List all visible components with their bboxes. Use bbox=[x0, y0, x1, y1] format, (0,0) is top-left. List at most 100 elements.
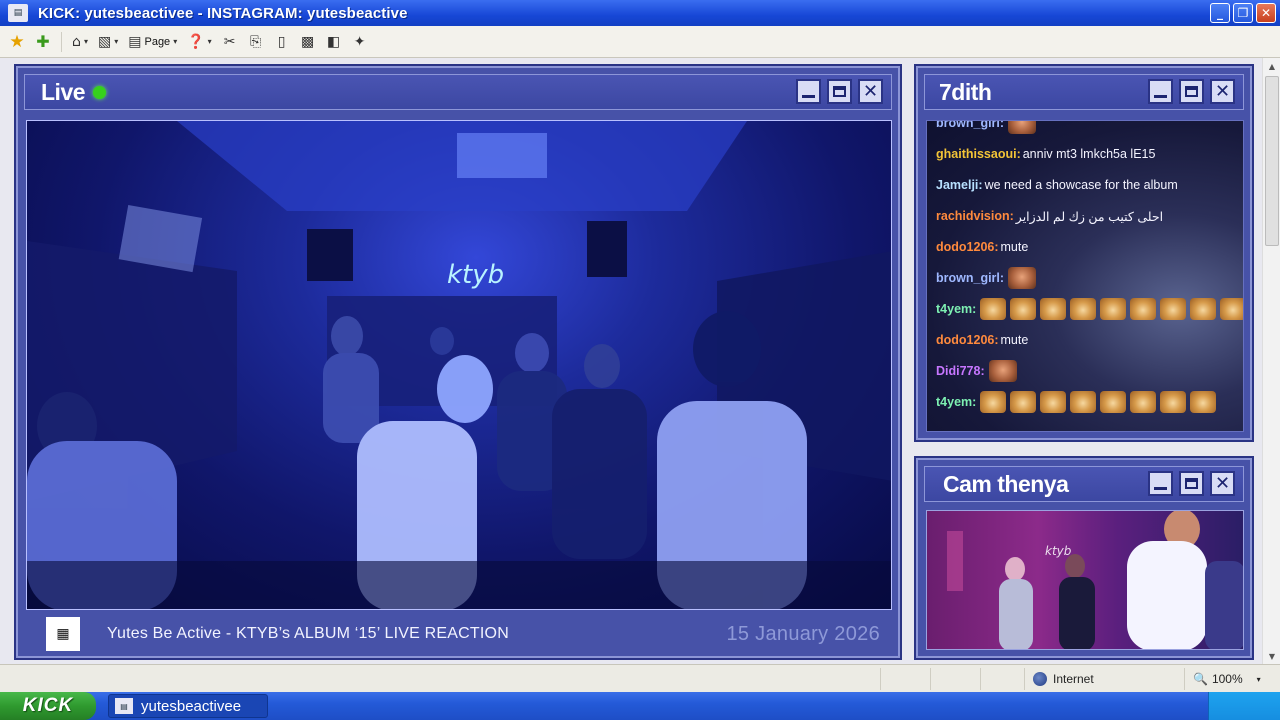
print-icon[interactable]: ▯ bbox=[271, 30, 293, 54]
chat-message: dodo1206: mute bbox=[936, 329, 1032, 351]
chat-panel-controls: ✕ bbox=[1148, 79, 1235, 104]
video-scene: ktyb bbox=[27, 121, 891, 609]
right-speaker bbox=[587, 221, 627, 277]
ceiling-light bbox=[457, 133, 547, 178]
cam-minimize-button[interactable] bbox=[1148, 471, 1173, 496]
scroll-down-icon[interactable]: ▼ bbox=[1263, 648, 1280, 664]
face-emote-icon bbox=[1008, 267, 1037, 289]
live-close-button[interactable]: ✕ bbox=[858, 79, 883, 104]
chat-messages[interactable]: brown_girl: ghaithissaoui: anniv mt3 lmkch… bbox=[926, 120, 1244, 432]
cam-maximize-button[interactable] bbox=[1179, 471, 1204, 496]
window-restore-button[interactable]: ❐ bbox=[1233, 3, 1253, 23]
zoom-control[interactable]: 🔍 100% ▾ bbox=[1184, 668, 1274, 690]
chat-username[interactable]: t4yem: bbox=[936, 395, 976, 409]
cat-emote-icon bbox=[1130, 391, 1157, 413]
chat-message-text: we need a showcase for the album bbox=[984, 178, 1178, 192]
cat-emote-icon bbox=[1160, 391, 1187, 413]
feeds-icon[interactable]: ▧ ▾ bbox=[95, 30, 121, 54]
chat-close-button[interactable]: ✕ bbox=[1210, 79, 1235, 104]
chat-username[interactable]: rachidvision: bbox=[936, 209, 1014, 223]
cat-emote-icon bbox=[1070, 298, 1097, 320]
face-emote-icon bbox=[988, 360, 1017, 382]
live-minimize-button[interactable] bbox=[796, 79, 821, 104]
research-icon[interactable]: ▩ bbox=[297, 30, 319, 54]
add-favorite-icon[interactable]: ✚ bbox=[32, 30, 54, 54]
chat-message-text: anniv mt3 lmkch5a lE15 bbox=[1022, 147, 1156, 161]
home-icon[interactable]: ⌂ ▾ bbox=[69, 30, 91, 54]
help-dropdown-icon[interactable]: ▾ bbox=[208, 37, 212, 46]
chat-emote-group bbox=[980, 391, 1220, 413]
cam-panel-title: Cam thenya bbox=[943, 470, 1069, 497]
cat-emote-icon bbox=[1100, 391, 1127, 413]
help-icon[interactable]: ❓ ▾ bbox=[184, 30, 214, 54]
cat-emote-icon bbox=[980, 391, 1007, 413]
page-icon: ▤ bbox=[128, 33, 142, 50]
security-zone[interactable]: Internet bbox=[1024, 668, 1180, 690]
live-maximize-button[interactable] bbox=[827, 79, 852, 104]
chat-maximize-button[interactable] bbox=[1179, 79, 1204, 104]
chat-emote-group bbox=[988, 360, 1021, 382]
chat-username[interactable]: brown_girl: bbox=[936, 121, 1004, 130]
chat-emote-group bbox=[980, 298, 1243, 320]
window-minimize-button[interactable]: _ bbox=[1210, 3, 1230, 23]
window-title: KICK: yutesbeactivee - INSTAGRAM: yutesb… bbox=[38, 4, 408, 22]
toolbar-separator bbox=[61, 31, 62, 52]
cat-emote-icon bbox=[1130, 298, 1157, 320]
chat-minimize-button[interactable] bbox=[1148, 79, 1173, 104]
page-menu-button[interactable]: ▤ Page ▾ bbox=[125, 30, 180, 54]
favorites-star-icon[interactable]: ★ bbox=[6, 30, 28, 54]
feeds-dropdown-icon[interactable]: ▾ bbox=[114, 37, 118, 46]
page-scrollbar[interactable]: ▲ ▼ bbox=[1262, 58, 1280, 664]
fullscreen-icon[interactable]: ◧ bbox=[323, 30, 345, 54]
zoom-dropdown-icon[interactable]: ▾ bbox=[1257, 675, 1261, 684]
window-close-button[interactable]: ✕ bbox=[1256, 3, 1276, 23]
messenger-icon[interactable]: ✦ bbox=[349, 30, 371, 54]
app-icon: ▤ bbox=[8, 4, 28, 22]
chat-username[interactable]: ghaithissaoui: bbox=[936, 147, 1021, 161]
chat-username[interactable]: dodo1206: bbox=[936, 333, 999, 347]
cat-emote-icon bbox=[1190, 391, 1217, 413]
maximize-icon bbox=[833, 86, 846, 97]
page-dropdown-icon: ▾ bbox=[173, 37, 178, 46]
zoom-icon: 🔍 bbox=[1193, 672, 1208, 686]
taskbar-window-button[interactable]: ▤ yutesbeactivee bbox=[108, 694, 268, 718]
chat-message-text: mute bbox=[1000, 333, 1029, 347]
scroll-thumb[interactable] bbox=[1265, 76, 1279, 246]
scroll-up-icon[interactable]: ▲ bbox=[1263, 58, 1280, 74]
zoom-level: 100% bbox=[1211, 672, 1243, 686]
close-icon: ✕ bbox=[1214, 472, 1231, 494]
cat-emote-icon bbox=[1070, 391, 1097, 413]
cat-emote-icon bbox=[1010, 298, 1037, 320]
stream-date: 15 January 2026 bbox=[726, 622, 880, 645]
chat-emote-group bbox=[1008, 121, 1040, 134]
globe-icon bbox=[1033, 672, 1047, 686]
cam-panel: Cam thenya ✕ ktyb bbox=[914, 456, 1254, 660]
cam-panel-header: Cam thenya ✕ bbox=[924, 466, 1244, 502]
chat-username[interactable]: dodo1206: bbox=[936, 240, 999, 254]
chat-message-text: احلى كتيب من زك لم الدزاير bbox=[1015, 209, 1164, 224]
home-dropdown-icon[interactable]: ▾ bbox=[84, 37, 88, 46]
tools-icon[interactable]: ✂ bbox=[219, 30, 241, 54]
minimize-icon bbox=[802, 95, 815, 98]
cat-emote-icon bbox=[980, 298, 1007, 320]
system-tray bbox=[1208, 692, 1280, 720]
chat-username[interactable]: Jamelji: bbox=[936, 178, 983, 192]
start-button[interactable]: KICK bbox=[0, 692, 96, 720]
chat-username[interactable]: Didi778: bbox=[936, 364, 985, 378]
chat-message: dodo1206: mute bbox=[936, 236, 1032, 258]
cam-wall-frame bbox=[947, 531, 963, 591]
live-video[interactable]: ktyb bbox=[26, 120, 892, 610]
cam-close-button[interactable]: ✕ bbox=[1210, 471, 1235, 496]
chat-username[interactable]: t4yem: bbox=[936, 302, 976, 316]
chat-message: brown_girl: bbox=[936, 267, 1040, 289]
chat-panel-header: 7dith ✕ bbox=[924, 74, 1244, 110]
security-zone-label: Internet bbox=[1053, 672, 1094, 686]
qr-code-icon: ▦ bbox=[46, 617, 80, 651]
chat-username[interactable]: brown_girl: bbox=[936, 271, 1004, 285]
chat-panel-title: 7dith bbox=[939, 78, 992, 105]
copy-icon[interactable]: ⎘ bbox=[245, 30, 267, 54]
minimize-icon bbox=[1154, 487, 1167, 490]
chat-emote-group bbox=[1008, 267, 1040, 289]
cam-video[interactable]: ktyb bbox=[926, 510, 1244, 650]
chat-message-text: mute bbox=[1000, 240, 1029, 254]
